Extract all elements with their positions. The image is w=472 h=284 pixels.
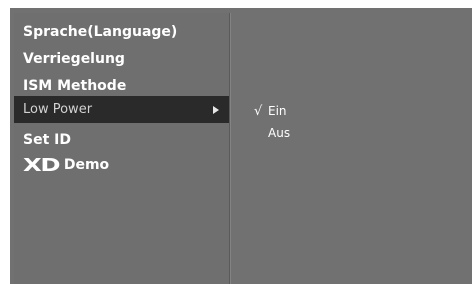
- submenu-option-aus[interactable]: Aus: [268, 125, 290, 141]
- menu-item-sprache[interactable]: Sprache(Language): [14, 19, 229, 46]
- submenu-option-label: Ein: [268, 104, 287, 118]
- menu-item-label: Set ID: [23, 132, 71, 148]
- xd-logo-icon: XD: [23, 155, 61, 176]
- main-menu-panel: Sprache(Language) Verriegelung ISM Metho…: [14, 13, 229, 284]
- menu-item-verriegelung[interactable]: Verriegelung: [14, 46, 229, 73]
- menu-item-xd-demo[interactable]: XD Demo: [14, 152, 229, 179]
- osd-menu-window: Sprache(Language) Verriegelung ISM Metho…: [10, 8, 472, 284]
- check-icon: √: [254, 104, 263, 119]
- submenu-option-label: Aus: [268, 126, 291, 140]
- menu-item-label: Low Power: [23, 102, 93, 117]
- arrow-right-icon: [213, 106, 219, 114]
- menu-item-low-power[interactable]: Low Power: [14, 96, 229, 123]
- menu-item-set-id[interactable]: Set ID: [14, 127, 229, 154]
- submenu-option-ein[interactable]: √ Ein: [254, 103, 287, 120]
- menu-item-label: Sprache(Language): [23, 24, 178, 40]
- menu-item-label: Demo: [63, 157, 110, 173]
- menu-item-label: Verriegelung: [23, 51, 125, 67]
- panel-divider-highlight: [230, 13, 231, 284]
- menu-item-label: ISM Methode: [23, 78, 127, 94]
